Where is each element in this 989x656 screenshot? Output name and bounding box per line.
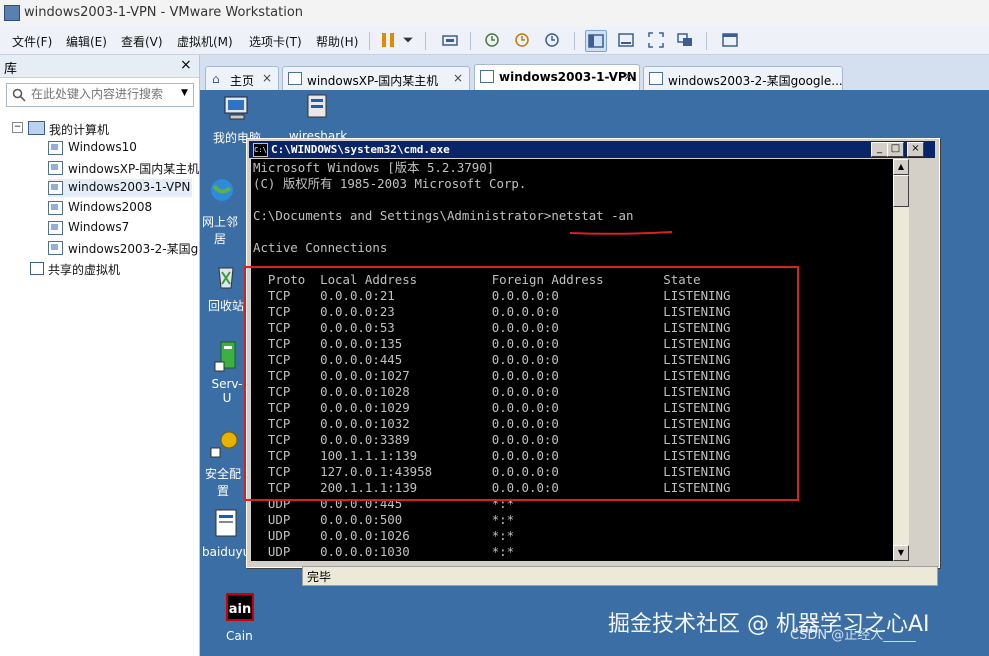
vm-icon	[480, 70, 494, 83]
send-keys-icon[interactable]	[440, 30, 460, 50]
console-table-row: UDP 0.0.0.0:1030 *:*	[253, 544, 664, 559]
library-search-input[interactable]	[31, 86, 179, 102]
network-globe-icon	[211, 179, 233, 201]
desktop-icon-baiduyun[interactable]: baiduyun	[202, 508, 246, 559]
thumbnail-icon[interactable]	[720, 30, 740, 50]
cmd-icon: C:\	[253, 143, 268, 157]
scroll-down-icon[interactable]: ▼	[893, 545, 909, 561]
vm-icon	[48, 221, 63, 235]
library-title: 库	[4, 62, 18, 77]
console-table-row: UDP 0.0.0.0:500 *:*	[253, 512, 664, 527]
vm-icon	[48, 241, 63, 255]
scroll-thumb[interactable]	[893, 175, 909, 207]
console-line: (C) 版权所有 1985-2003 Microsoft Corp.	[253, 176, 527, 191]
tab-close-icon[interactable]: ×	[262, 71, 272, 85]
vm-icon	[288, 72, 302, 85]
maximize-button[interactable]: □	[887, 142, 904, 157]
library-panel: 库 × ▼ − 我的计算机 Windows10 windowsXP-国内某主机 …	[0, 55, 200, 656]
window-title-bar: windows2003-1-VPN - VMware Workstation	[0, 0, 989, 27]
console-view-icon[interactable]	[616, 30, 636, 50]
revert-snapshot-icon[interactable]	[512, 30, 532, 50]
vmware-app-icon	[4, 5, 20, 21]
pause-icon[interactable]	[378, 30, 398, 50]
shared-vm-icon	[30, 262, 44, 275]
menu-toolbar: 文件(F) 编辑(E) 查看(V) 虚拟机(M) 选项卡(T) 帮助(H)	[0, 26, 989, 55]
menu-help[interactable]: 帮助(H)	[316, 33, 358, 50]
minimize-button[interactable]: _	[871, 142, 888, 157]
desktop-icon-network[interactable]: 网上邻居	[200, 176, 240, 247]
scroll-up-icon[interactable]: ▲	[893, 159, 909, 175]
wireshark-icon	[307, 94, 327, 118]
tab-windows2003-2[interactable]: windows2003-2-某国google...	[643, 66, 843, 91]
svg-text:ain: ain	[229, 602, 251, 617]
console-line: C:\Documents and Settings\Administrator>…	[253, 208, 634, 223]
home-icon: ⌂	[212, 72, 220, 86]
search-dropdown-icon[interactable]: ▼	[181, 88, 188, 98]
desktop-icon-serv-u[interactable]: Serv-U	[208, 340, 246, 405]
collapse-icon[interactable]: −	[12, 122, 23, 133]
menu-tabs[interactable]: 选项卡(T)	[249, 33, 302, 50]
desktop-icon-cain[interactable]: ain Cain	[210, 592, 270, 643]
desktop-icon-wireshark[interactable]: wireshark	[288, 92, 348, 138]
unity-icon[interactable]	[675, 30, 695, 50]
annotation-underline	[569, 231, 673, 235]
tab-close-icon[interactable]: ×	[623, 69, 633, 83]
vm-icon	[48, 161, 63, 175]
snapshot-icon[interactable]	[482, 30, 502, 50]
close-button[interactable]: ×	[907, 142, 924, 157]
guest-status-bar: 完毕	[302, 566, 938, 586]
tree-vm-windows2003-1-vpn[interactable]: windows2003-1-VPN	[48, 179, 192, 197]
cmd-title-bar[interactable]: C:\ C:\WINDOWS\system32\cmd.exe _ □ ×	[249, 141, 935, 158]
library-search-box[interactable]: ▼	[6, 83, 194, 107]
tab-bar: ⌂ 主页 × windowsXP-国内某主机 × windows2003-1-V…	[200, 62, 989, 91]
serv-u-icon	[214, 341, 236, 372]
menu-edit[interactable]: 编辑(E)	[66, 33, 107, 50]
console-table-row: UDP 0.0.0.0:1026 *:*	[253, 528, 664, 543]
snapshot-manager-icon[interactable]	[542, 30, 562, 50]
vm-icon	[48, 201, 63, 215]
watermark-sub: CSDN @正经人_____	[790, 628, 916, 643]
fullscreen-icon[interactable]	[646, 30, 666, 50]
console-line: Microsoft Windows [版本 5.2.3790]	[253, 160, 495, 175]
desktop-icon-recycle-bin[interactable]: 回收站	[206, 260, 246, 314]
computer-icon	[28, 121, 45, 135]
library-close-button[interactable]: ×	[180, 57, 192, 73]
tree-vm-windows2003-2[interactable]: windows2003-2-某国google	[48, 239, 198, 257]
tab-close-icon[interactable]: ×	[453, 71, 463, 85]
desktop-icon-security-config[interactable]: 安全配置	[200, 428, 246, 499]
vm-icon	[48, 181, 63, 195]
library-header: 库 ×	[0, 55, 199, 78]
tree-root-label: 我的计算机	[49, 123, 110, 137]
cain-icon: ain	[226, 593, 254, 621]
vm-icon	[48, 141, 63, 155]
menu-vm[interactable]: 虚拟机(M)	[177, 33, 233, 50]
my-computer-icon	[224, 96, 248, 120]
window-title: windows2003-1-VPN - VMware Workstation	[24, 5, 304, 20]
tab-home[interactable]: ⌂ 主页 ×	[205, 66, 279, 91]
console-line: Active Connections	[253, 240, 388, 255]
tab-windowsxp[interactable]: windowsXP-国内某主机 ×	[282, 66, 470, 91]
search-icon	[12, 88, 26, 102]
menu-file[interactable]: 文件(F)	[12, 33, 52, 50]
annotation-box	[244, 266, 799, 501]
security-config-icon	[210, 431, 238, 458]
dropdown-icon[interactable]	[402, 30, 414, 50]
library-view-icon[interactable]	[585, 30, 607, 52]
console-scrollbar[interactable]: ▲ ▼	[893, 159, 909, 561]
vm-icon	[649, 72, 663, 85]
tab-windows2003-1-vpn[interactable]: windows2003-1-VPN ×	[474, 64, 640, 91]
recycle-bin-icon	[218, 267, 234, 289]
baiduyun-icon	[215, 509, 237, 537]
menu-view[interactable]: 查看(V)	[121, 33, 163, 50]
